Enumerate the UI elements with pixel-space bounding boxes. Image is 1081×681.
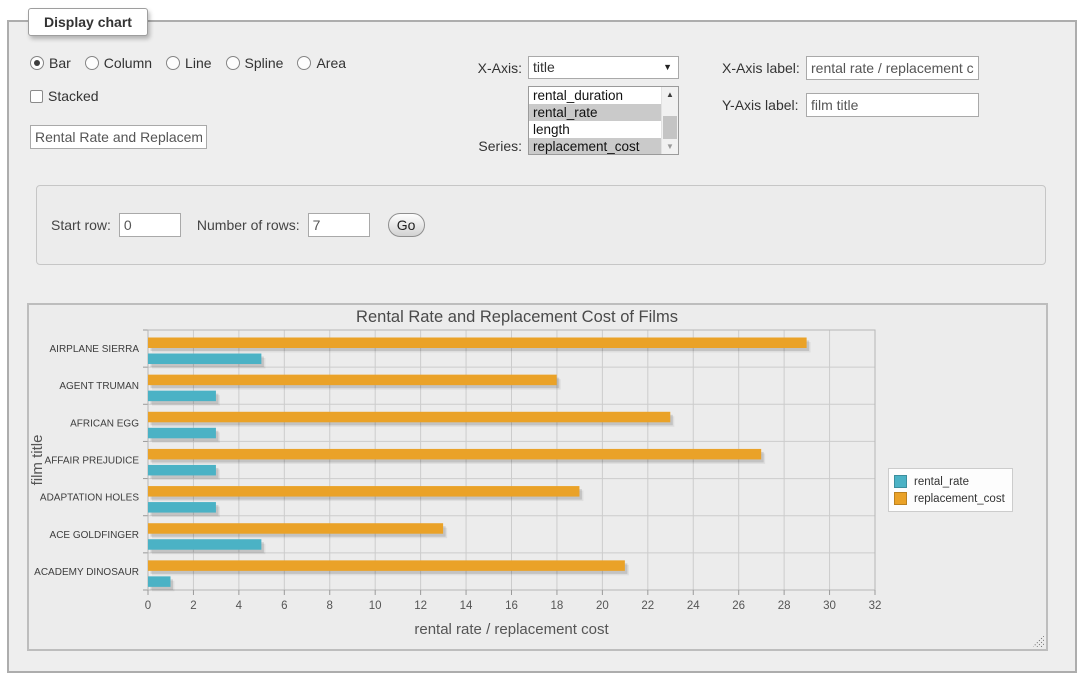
stacked-checkbox[interactable]: Stacked <box>30 88 99 104</box>
chart-type-option-line[interactable]: Line <box>166 55 211 71</box>
radio-icon[interactable] <box>166 56 180 70</box>
display-chart-panel: Display chart BarColumnLineSplineArea St… <box>7 20 1077 673</box>
series-list-scrollbar[interactable]: ▲ ▼ <box>661 87 678 154</box>
series-option-length[interactable]: length <box>529 121 661 138</box>
x-tick-label: 22 <box>641 600 654 612</box>
scroll-up-icon[interactable]: ▲ <box>662 87 678 102</box>
chart-type-option-spline[interactable]: Spline <box>226 55 284 71</box>
x-axis-label-input[interactable] <box>806 56 979 80</box>
category-label: ACADEMY DINOSAUR <box>34 567 139 578</box>
panel-tab-title: Display chart <box>28 8 148 36</box>
resize-handle-icon[interactable] <box>1033 636 1044 647</box>
checkbox-icon[interactable] <box>30 90 43 103</box>
radio-icon[interactable] <box>297 56 311 70</box>
y-axis-label-input[interactable] <box>806 93 979 117</box>
x-axis-label-field-label: X-Axis label: <box>722 60 802 76</box>
bar-rental_rate <box>148 465 216 476</box>
category-label: ACE GOLDFINGER <box>50 530 139 541</box>
num-rows-input[interactable] <box>308 213 370 237</box>
x-tick-label: 20 <box>596 600 609 612</box>
stacked-checkbox-group: Stacked <box>30 88 99 104</box>
bar-replacement_cost <box>148 560 625 571</box>
x-tick-label: 24 <box>687 600 700 612</box>
legend-swatch-icon <box>894 492 907 505</box>
category-label: ADAPTATION HOLES <box>40 493 139 504</box>
x-axis-selected-value: title <box>533 59 555 75</box>
legend-label: replacement_cost <box>914 493 1005 505</box>
series-label: Series: <box>460 138 522 154</box>
x-tick-label: 0 <box>145 600 151 612</box>
x-tick-label: 26 <box>732 600 745 612</box>
num-rows-label: Number of rows: <box>197 217 300 233</box>
series-option-replacement_cost[interactable]: replacement_cost <box>529 138 661 155</box>
y-axis-label-field-label: Y-Axis label: <box>722 97 802 113</box>
scroll-down-icon[interactable]: ▼ <box>662 139 678 154</box>
x-tick-label: 30 <box>823 600 836 612</box>
radio-label: Bar <box>49 55 71 71</box>
x-axis-title: rental rate / replacement cost <box>414 621 609 638</box>
x-tick-label: 4 <box>236 600 243 612</box>
x-tick-label: 18 <box>551 600 564 612</box>
x-tick-label: 6 <box>281 600 287 612</box>
bar-replacement_cost <box>148 523 443 534</box>
series-listbox[interactable]: rental_durationrental_ratelengthreplacem… <box>528 86 679 155</box>
x-tick-label: 32 <box>869 600 882 612</box>
rows-form: Start row: Number of rows: Go <box>36 185 1046 265</box>
legend-label: rental_rate <box>914 476 969 488</box>
bar-replacement_cost <box>148 375 557 386</box>
bar-replacement_cost <box>148 486 579 497</box>
radio-icon[interactable] <box>226 56 240 70</box>
chart-title: Rental Rate and Replacement Cost of Film… <box>356 308 678 326</box>
bar-rental_rate <box>148 576 170 587</box>
x-tick-label: 8 <box>327 600 333 612</box>
radio-label: Area <box>316 55 346 71</box>
x-tick-label: 2 <box>190 600 196 612</box>
bar-rental_rate <box>148 502 216 513</box>
legend-swatch-icon <box>894 475 907 488</box>
x-tick-label: 28 <box>778 600 791 612</box>
scrollbar-thumb[interactable] <box>663 116 677 139</box>
y-axis-title: film title <box>29 435 46 486</box>
category-label: AGENT TRUMAN <box>59 381 139 392</box>
go-button[interactable]: Go <box>388 213 425 237</box>
category-label: AFRICAN EGG <box>70 418 139 429</box>
radio-icon[interactable] <box>85 56 99 70</box>
legend-entry-rental_rate: rental_rate <box>894 473 1005 490</box>
category-label: AIRPLANE SIERRA <box>50 344 140 355</box>
x-axis-select[interactable]: title ▼ <box>528 56 679 79</box>
stacked-label: Stacked <box>48 88 99 104</box>
chart-legend: rental_rate replacement_cost <box>888 468 1013 512</box>
radio-label: Spline <box>245 55 284 71</box>
bar-replacement_cost <box>148 412 670 423</box>
radio-label: Column <box>104 55 152 71</box>
radio-icon[interactable] <box>30 56 44 70</box>
series-option-rental_rate[interactable]: rental_rate <box>529 104 661 121</box>
chevron-down-icon: ▼ <box>663 62 672 72</box>
chart-title-input[interactable] <box>30 125 207 149</box>
bar-replacement_cost <box>148 449 761 460</box>
bar-rental_rate <box>148 428 216 439</box>
category-label: AFFAIR PREJUDICE <box>45 456 140 467</box>
series-option-rental_duration[interactable]: rental_duration <box>529 87 661 104</box>
x-tick-label: 12 <box>414 600 427 612</box>
chart-type-radio-group: Bar Column Line Spline Area <box>30 55 346 71</box>
chart-type-option-bar[interactable]: Bar <box>30 55 71 71</box>
bar-replacement_cost <box>148 338 807 349</box>
chart-type-option-area[interactable]: Area <box>297 55 346 71</box>
chart-container: Rental Rate and Replacement Cost of Film… <box>27 303 1048 651</box>
bar-rental_rate <box>148 354 261 365</box>
start-row-label: Start row: <box>51 217 111 233</box>
bar-rental_rate <box>148 539 261 550</box>
bar-rental_rate <box>148 391 216 402</box>
radio-label: Line <box>185 55 211 71</box>
start-row-input[interactable] <box>119 213 181 237</box>
x-tick-label: 16 <box>505 600 518 612</box>
legend-entry-replacement_cost: replacement_cost <box>894 490 1005 507</box>
chart-type-option-column[interactable]: Column <box>85 55 152 71</box>
x-axis-label: X-Axis: <box>460 60 522 76</box>
x-tick-label: 10 <box>369 600 382 612</box>
x-tick-label: 14 <box>460 600 473 612</box>
